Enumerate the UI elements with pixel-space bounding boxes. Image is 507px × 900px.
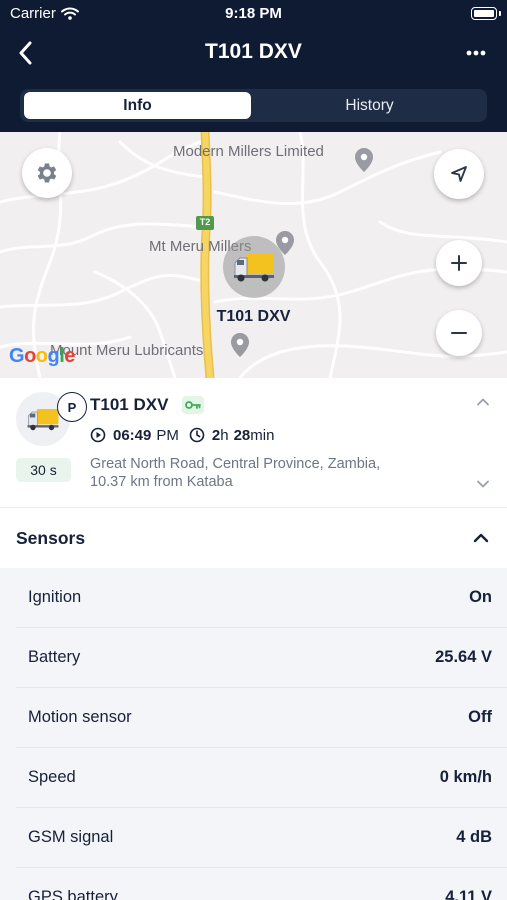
- sensor-row: GPS battery 4.11 V: [16, 868, 507, 900]
- sensor-value: 25.64 V: [435, 648, 492, 666]
- zoom-in-button[interactable]: [436, 240, 482, 286]
- address-line: 10.37 km from Kataba: [90, 474, 233, 490]
- battery-cap: [499, 11, 501, 16]
- update-interval-badge: 30 s: [16, 458, 71, 482]
- ignition-key-badge: [182, 396, 204, 414]
- tab-info[interactable]: Info: [24, 92, 251, 119]
- duration-hours-unit: h: [220, 426, 229, 444]
- sensor-value: 0 km/h: [439, 768, 492, 786]
- gear-icon: [37, 163, 57, 183]
- more-options-button[interactable]: [461, 38, 491, 68]
- sensor-name: GPS battery: [28, 888, 118, 900]
- clock-icon: [189, 427, 205, 443]
- address-line: Great North Road, Central Province, Zamb…: [90, 456, 381, 472]
- app-header: Carrier 9:18 PM T101 DXV Info History: [0, 0, 507, 132]
- play-clock-icon: [90, 427, 106, 443]
- sensors-title: Sensors: [16, 528, 86, 548]
- last-update-time: 06:49: [113, 426, 152, 444]
- sensor-name: Battery: [28, 648, 81, 666]
- map-poi-label: Modern Millers Limited: [173, 143, 324, 160]
- sensor-value: On: [469, 588, 492, 606]
- sensor-row: Ignition On: [16, 568, 507, 628]
- sensor-row: GSM signal 4 dB: [16, 808, 507, 868]
- ellipsis-icon: [466, 50, 486, 56]
- vehicle-marker-label: T101 DXV: [216, 308, 291, 325]
- sensor-name: Speed: [28, 768, 76, 786]
- tab-switcher: Info History: [20, 89, 487, 122]
- chevron-down-icon[interactable]: [475, 476, 491, 492]
- key-icon: [185, 401, 201, 409]
- zoom-out-icon: [451, 332, 467, 334]
- map-road-shield: T2: [199, 217, 211, 227]
- truck-icon: [27, 408, 59, 431]
- battery-icon: [471, 7, 497, 20]
- last-update-period: PM: [156, 426, 179, 444]
- truck-icon: [234, 254, 274, 282]
- sensors-section-header[interactable]: Sensors: [0, 508, 507, 568]
- sensor-row: Battery 25.64 V: [16, 628, 507, 688]
- locate-icon: [451, 166, 467, 182]
- map-locate-button[interactable]: [434, 149, 484, 199]
- google-logo: Google: [9, 345, 75, 367]
- sensor-name: Ignition: [28, 588, 82, 606]
- unit-address: Great North Road, Central Province, Zamb…: [90, 455, 450, 491]
- sensor-name: GSM signal: [28, 828, 114, 846]
- page-title: T101 DXV: [205, 40, 302, 63]
- parking-status-badge: P: [57, 392, 87, 422]
- sensor-row: Speed 0 km/h: [16, 748, 507, 808]
- sensor-value: Off: [468, 708, 492, 726]
- duration-minutes: 28: [233, 426, 251, 444]
- sensor-value: 4.11 V: [445, 888, 492, 900]
- chevron-up-icon[interactable]: [475, 394, 491, 410]
- sensor-value: 4 dB: [456, 828, 492, 846]
- tab-history[interactable]: History: [256, 92, 483, 119]
- unit-name: T101 DXV: [90, 395, 169, 414]
- status-bar: Carrier 9:18 PM: [0, 0, 507, 28]
- chevron-up-icon[interactable]: [471, 528, 491, 548]
- duration-minutes-unit: min: [250, 426, 275, 444]
- sensor-list: Ignition On Battery 25.64 V Motion senso…: [0, 568, 507, 900]
- status-clock: 9:18 PM: [225, 5, 282, 22]
- unit-time-row: 06:49 PM 2 h 28 min: [90, 425, 274, 445]
- zoom-in-icon: [451, 255, 467, 271]
- map-settings-button[interactable]: [22, 148, 72, 198]
- sensor-name: Motion sensor: [28, 708, 132, 726]
- sensor-row: Motion sensor Off: [16, 688, 507, 748]
- duration-hours: 2: [211, 426, 221, 444]
- vehicle-map-marker[interactable]: [223, 236, 285, 298]
